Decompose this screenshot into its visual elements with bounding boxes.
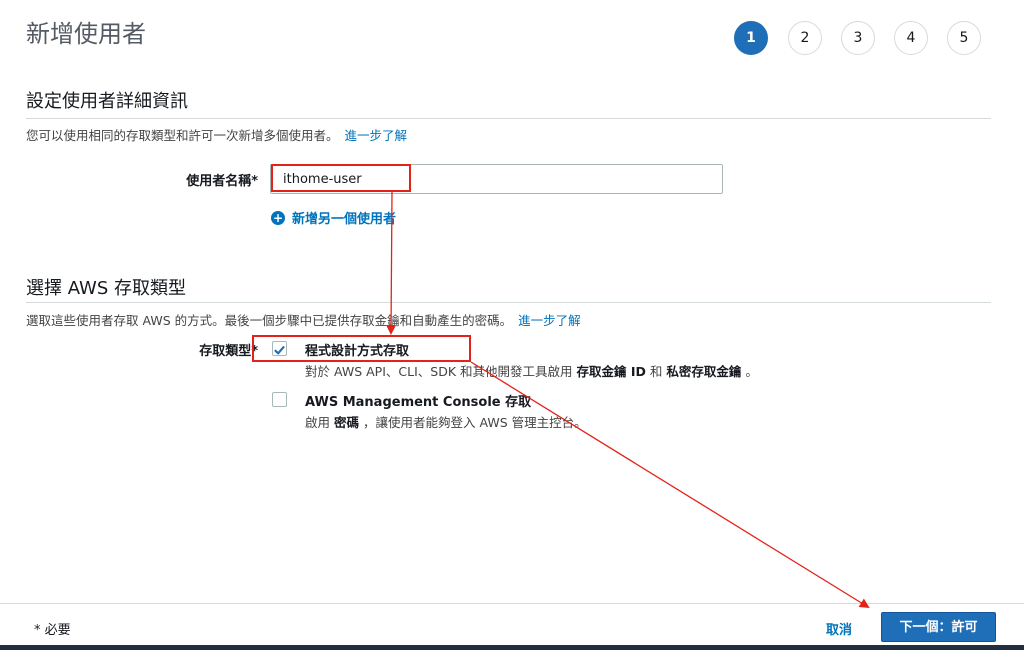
step-2[interactable]: 2 [788, 21, 822, 55]
step-1[interactable]: 1 [734, 21, 768, 55]
section-divider [26, 302, 991, 303]
console-access-title: AWS Management Console 存取 [305, 395, 532, 410]
password-term: 密碼 [334, 415, 360, 430]
access-key-id-term: 存取金鑰 ID [576, 364, 646, 379]
secret-access-key-term: 私密存取金鑰 [666, 364, 742, 379]
programmatic-desc-prefix: 對於 AWS API、CLI、SDK 和其他開發工具啟用 [305, 364, 573, 379]
access-type-description-text: 選取這些使用者存取 AWS 的方式。最後一個步驟中已提供存取金鑰和自動產生的密碼… [26, 313, 513, 328]
iam-add-user-page: 新增使用者 1 2 3 4 5 設定使用者詳細資訊 您可以使用相同的存取類型和許… [0, 0, 1024, 650]
console-access-checkbox[interactable] [272, 392, 287, 407]
username-label: 使用者名稱* [186, 174, 258, 189]
console-desc-prefix: 啟用 [305, 415, 331, 430]
user-details-description-text: 您可以使用相同的存取類型和許可一次新增多個使用者。 [26, 128, 339, 143]
add-another-user-label: 新增另一個使用者 [292, 212, 397, 227]
plus-circle-icon: + [271, 210, 285, 225]
access-type-description: 選取這些使用者存取 AWS 的方式。最後一個步驟中已提供存取金鑰和自動產生的密碼… [26, 310, 581, 329]
footer-divider [0, 603, 1024, 604]
annotation-box-username [271, 164, 411, 192]
learn-more-link[interactable]: 進一步了解 [518, 313, 581, 328]
user-details-description: 您可以使用相同的存取類型和許可一次新增多個使用者。 進一步了解 [26, 125, 407, 144]
section-divider [26, 118, 991, 119]
page-title: 新增使用者 [26, 20, 146, 48]
access-type-heading: 選擇 AWS 存取類型 [26, 278, 186, 299]
cancel-button[interactable]: 取消 [826, 619, 852, 638]
annotation-box-programmatic [252, 335, 471, 362]
learn-more-link[interactable]: 進一步了解 [345, 128, 408, 143]
next-permissions-button[interactable]: 下一個：許可 [881, 612, 996, 642]
console-access-description: 啟用 密碼 ，讓使用者能夠登入 AWS 管理主控台。 [305, 412, 587, 431]
programmatic-access-description: 對於 AWS API、CLI、SDK 和其他開發工具啟用 存取金鑰 ID 和 私… [305, 361, 758, 380]
step-3[interactable]: 3 [841, 21, 875, 55]
required-note: * 必要 [34, 623, 71, 638]
console-desc-suffix: ，讓使用者能夠登入 AWS 管理主控台。 [363, 415, 587, 430]
access-type-label: 存取類型* [199, 344, 258, 359]
step-5[interactable]: 5 [947, 21, 981, 55]
step-4[interactable]: 4 [894, 21, 928, 55]
programmatic-desc-mid: 和 [649, 364, 663, 379]
add-another-user-link[interactable]: + 新增另一個使用者 [271, 208, 396, 227]
bottom-bar [0, 645, 1024, 650]
programmatic-desc-suffix: 。 [745, 364, 758, 379]
user-details-heading: 設定使用者詳細資訊 [26, 91, 188, 112]
